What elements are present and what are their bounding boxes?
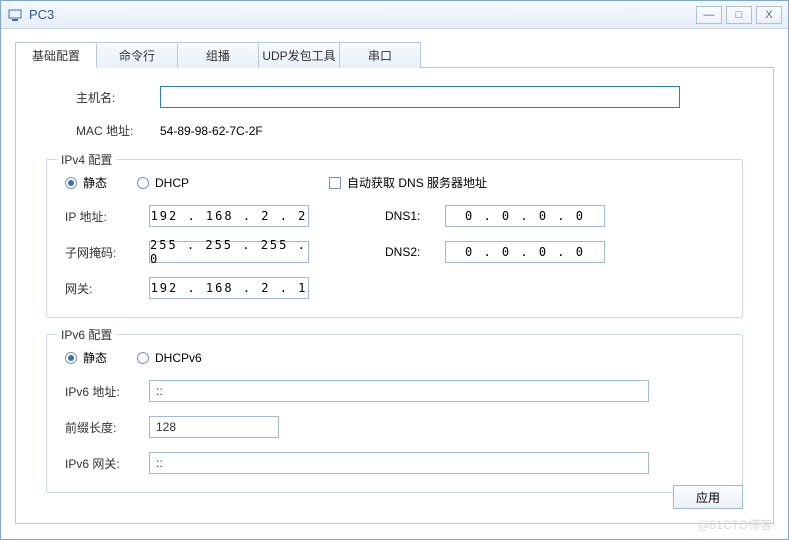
ipv6-address-label: IPv6 地址: — [65, 383, 149, 400]
app-icon — [7, 7, 23, 23]
dns2-label: DNS2: — [385, 245, 445, 259]
radio-dot-icon — [137, 352, 149, 364]
client-area: 基础配置 命令行 组播 UDP发包工具 串口 主机名: MAC 地址: 54-8… — [1, 29, 788, 536]
close-button[interactable]: X — [756, 6, 782, 24]
ipv6-static-radio[interactable]: 静态 — [65, 349, 107, 366]
panel-basic-config: 主机名: MAC 地址: 54-89-98-62-7C-2F IPv4 配置 静… — [15, 68, 774, 524]
ipv6-gateway-label: IPv6 网关: — [65, 455, 149, 472]
tab-serial[interactable]: 串口 — [339, 42, 421, 68]
gateway-label: 网关: — [65, 280, 149, 297]
radio-dot-icon — [137, 177, 149, 189]
dns1-label: DNS1: — [385, 209, 445, 223]
ipv4-group: IPv4 配置 静态 DHCP 自动获取 DNS 服务器地址 — [46, 159, 743, 318]
auto-dns-label: 自动获取 DNS 服务器地址 — [347, 174, 487, 191]
ip-address-input[interactable]: 192 . 168 . 2 . 2 — [149, 205, 309, 227]
ipv6-static-label: 静态 — [83, 349, 107, 366]
tab-basic-config[interactable]: 基础配置 — [15, 42, 97, 68]
ipv6-prefix-label: 前缀长度: — [65, 419, 149, 436]
tab-multicast[interactable]: 组播 — [177, 42, 259, 68]
ipv6-group: IPv6 配置 静态 DHCPv6 IPv6 地址: 前缀 — [46, 334, 743, 493]
ipv6-gateway-input[interactable] — [149, 452, 649, 474]
hostname-label: 主机名: — [76, 89, 160, 106]
app-window: PC3 — □ X 基础配置 命令行 组播 UDP发包工具 串口 主机名: MA… — [0, 0, 789, 540]
mac-value: 54-89-98-62-7C-2F — [160, 124, 263, 138]
apply-button[interactable]: 应用 — [673, 485, 743, 509]
window-buttons: — □ X — [696, 6, 782, 24]
mac-label: MAC 地址: — [76, 122, 160, 139]
hostname-input[interactable] — [160, 86, 680, 108]
subnet-mask-input[interactable]: 255 . 255 . 255 . 0 — [149, 241, 309, 263]
ip-address-label: IP 地址: — [65, 208, 149, 225]
ipv6-prefix-input[interactable] — [149, 416, 279, 438]
title-bar: PC3 — □ X — [1, 1, 788, 29]
ipv4-group-title: IPv4 配置 — [57, 151, 116, 168]
ipv6-dhcp-label: DHCPv6 — [155, 351, 202, 365]
minimize-button[interactable]: — — [696, 6, 722, 24]
checkbox-icon — [329, 177, 341, 189]
ipv4-static-radio[interactable]: 静态 — [65, 174, 107, 191]
auto-dns-checkbox[interactable]: 自动获取 DNS 服务器地址 — [329, 174, 487, 191]
window-title: PC3 — [29, 7, 696, 22]
ipv4-dhcp-label: DHCP — [155, 176, 189, 190]
ipv4-static-label: 静态 — [83, 174, 107, 191]
dns1-input[interactable]: 0 . 0 . 0 . 0 — [445, 205, 605, 227]
tab-cli[interactable]: 命令行 — [96, 42, 178, 68]
ipv6-address-input[interactable] — [149, 380, 649, 402]
dns2-input[interactable]: 0 . 0 . 0 . 0 — [445, 241, 605, 263]
ipv4-dhcp-radio[interactable]: DHCP — [137, 176, 189, 190]
radio-dot-icon — [65, 177, 77, 189]
ipv6-group-title: IPv6 配置 — [57, 326, 116, 343]
subnet-mask-label: 子网掩码: — [65, 244, 149, 261]
ipv6-dhcp-radio[interactable]: DHCPv6 — [137, 351, 202, 365]
tab-strip: 基础配置 命令行 组播 UDP发包工具 串口 — [15, 41, 774, 68]
tab-udp-tool[interactable]: UDP发包工具 — [258, 42, 340, 68]
radio-dot-icon — [65, 352, 77, 364]
gateway-input[interactable]: 192 . 168 . 2 . 1 — [149, 277, 309, 299]
maximize-button[interactable]: □ — [726, 6, 752, 24]
